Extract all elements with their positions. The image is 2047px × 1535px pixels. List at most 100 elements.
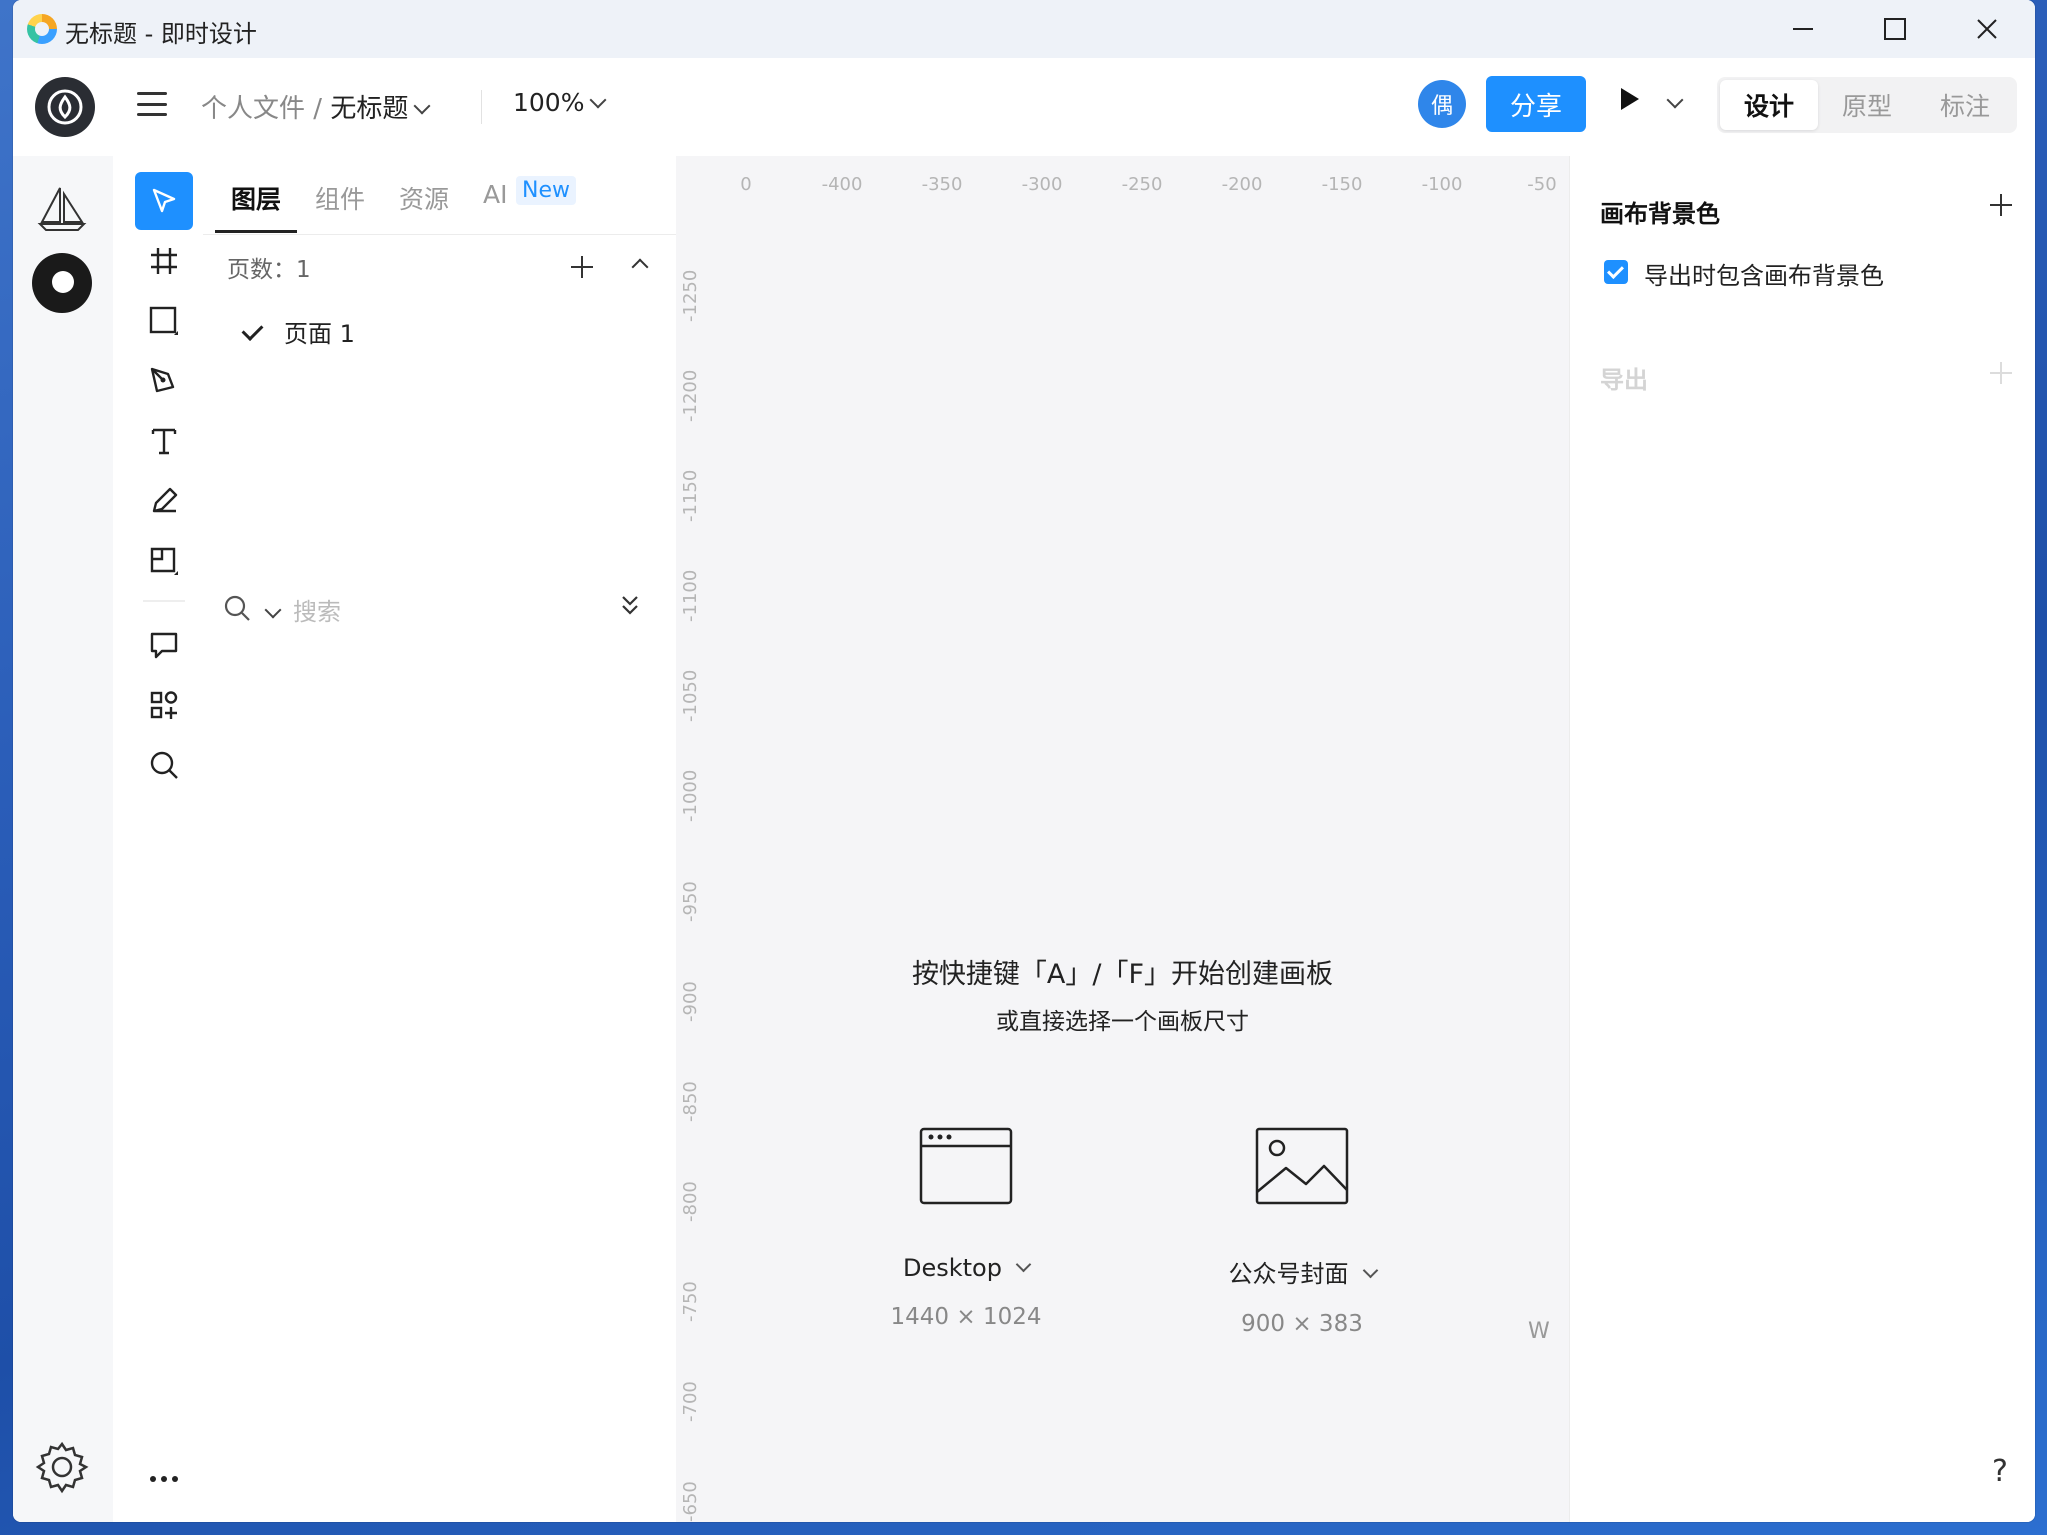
pages-count: 页数：1: [227, 257, 311, 283]
ruler-tick: -700: [680, 1381, 701, 1422]
help-button[interactable]: ?: [1992, 1454, 2008, 1489]
select-tool[interactable]: [135, 172, 193, 230]
tab-design[interactable]: 设计: [1720, 80, 1818, 130]
pencil-icon: [152, 487, 178, 513]
settings-button[interactable]: [31, 1436, 93, 1498]
ruler-tick: -50: [1527, 174, 1557, 195]
page-item[interactable]: 页面 1: [241, 314, 355, 349]
rectangle-icon: [149, 306, 178, 335]
search-icon: [150, 751, 178, 779]
frame-tool[interactable]: [135, 232, 193, 290]
canvas[interactable]: 0 -400 -350 -300 -250 -200 -150 -100 -50…: [676, 156, 1569, 1522]
tool-column: [113, 156, 203, 1522]
zoom-value: 100%: [513, 88, 585, 117]
zoom-dropdown[interactable]: 100%: [513, 88, 607, 117]
more-button[interactable]: [135, 1450, 193, 1508]
ruler-tick: -1250: [680, 269, 701, 322]
title-bar: 无标题 - 即时设计: [13, 0, 2035, 58]
tab-layers[interactable]: 图层: [231, 180, 281, 216]
components-tool[interactable]: [135, 676, 193, 734]
add-background-button[interactable]: [1990, 194, 2012, 216]
disc-plugin-button[interactable]: [31, 252, 93, 314]
pen-icon: [150, 367, 175, 393]
tab-annotate[interactable]: 标注: [1916, 80, 2014, 130]
properties-panel: 画布背景色 导出时包含画布背景色 导出 ?: [1569, 156, 2035, 1522]
frame-hash-icon: [151, 248, 177, 274]
slice-tool[interactable]: [135, 532, 193, 590]
preset-desktop[interactable]: Desktop 1440 × 1024: [856, 1126, 1076, 1330]
ruler-tick: -950: [680, 881, 701, 922]
layer-search[interactable]: 搜索: [223, 586, 663, 630]
pencil-tool[interactable]: [135, 472, 193, 530]
divider: [481, 90, 482, 124]
ruler-tick: -800: [680, 1181, 701, 1222]
brand-logo-button[interactable]: [35, 77, 95, 137]
menu-line: [137, 102, 167, 106]
tab-components[interactable]: 组件: [315, 180, 365, 216]
ruler-tick: -350: [921, 174, 963, 195]
pen-tool[interactable]: [135, 352, 193, 410]
image-icon: [1255, 1127, 1349, 1205]
breadcrumb-separator: /: [305, 94, 331, 124]
minimize-button[interactable]: [1773, 8, 1833, 50]
mode-tabs: 设计 原型 标注: [1717, 77, 2017, 133]
ruler-tick: -400: [821, 174, 863, 195]
text-tool[interactable]: [135, 412, 193, 470]
gear-icon: [35, 1441, 89, 1494]
double-chevron-down-icon[interactable]: [619, 592, 641, 618]
tab-ai[interactable]: AI: [483, 180, 507, 209]
tab-prototype[interactable]: 原型: [1818, 80, 1916, 130]
chevron-down-icon[interactable]: [1362, 1262, 1378, 1279]
comment-tool[interactable]: [135, 616, 193, 674]
chevron-down-icon[interactable]: [1015, 1256, 1032, 1273]
ruler-tick: -850: [680, 1081, 701, 1122]
search-tool[interactable]: [135, 736, 193, 794]
text-icon: [151, 428, 177, 455]
menu-line: [137, 113, 167, 116]
search-input[interactable]: 搜索: [293, 592, 341, 627]
ruler-tick: -100: [1421, 174, 1463, 195]
tab-assets[interactable]: 资源: [399, 180, 449, 216]
ruler-tick: 0: [740, 174, 752, 195]
collapse-pages-icon[interactable]: [631, 258, 649, 276]
browser-window-icon: [919, 1127, 1013, 1205]
sailboat-plugin-button[interactable]: [31, 178, 93, 240]
comment-icon: [150, 632, 178, 659]
rectangle-tool[interactable]: [135, 292, 193, 350]
ruler-tick: -1100: [680, 569, 701, 622]
ruler-top: 0 -400 -350 -300 -250 -200 -150 -100 -50: [676, 156, 1569, 202]
breadcrumb-current[interactable]: 无标题: [330, 94, 408, 124]
preset-wechat-cover[interactable]: 公众号封面 900 × 383: [1192, 1126, 1412, 1337]
preset-name: Desktop: [903, 1254, 1002, 1282]
ruler-tick: -1150: [680, 469, 701, 522]
share-button[interactable]: 分享: [1486, 76, 1586, 132]
play-icon[interactable]: [1621, 88, 1639, 110]
chevron-down-icon[interactable]: [413, 97, 431, 115]
plugin-rail: [13, 156, 114, 1522]
main-menu-button[interactable]: [137, 92, 167, 116]
active-tab-indicator: [215, 230, 297, 233]
components-icon: [150, 691, 178, 719]
check-icon: [241, 319, 264, 341]
chevron-down-icon[interactable]: [264, 601, 282, 619]
ruler-tick: -1000: [680, 769, 701, 822]
brand-logo-icon: [47, 89, 83, 125]
sailboat-icon: [37, 187, 87, 231]
add-export-icon[interactable]: [1990, 362, 2012, 384]
breadcrumb[interactable]: 个人文件 / 无标题: [201, 88, 431, 125]
breadcrumb-root[interactable]: 个人文件: [201, 94, 305, 124]
avatar[interactable]: 偶: [1418, 80, 1466, 128]
preset-label: 公众号封面: [1192, 1254, 1412, 1289]
app-window: 无标题 - 即时设计 个人文件 / 无标题 100% 偶 分享 设计 原型 标注…: [13, 0, 2035, 1522]
ruler-tick: -1200: [680, 369, 701, 422]
chevron-down-icon: [1666, 91, 1684, 109]
add-page-button[interactable]: [571, 256, 593, 278]
play-options-button[interactable]: [1661, 91, 1684, 115]
disc-icon: [32, 253, 92, 313]
panel-tabs: 图层 组件 资源 AI New: [203, 156, 676, 235]
include-background-checkbox[interactable]: [1604, 260, 1628, 284]
preset-size: 900 × 383: [1241, 1311, 1363, 1337]
ruler-left: -1250 -1200 -1150 -1100 -1050 -1000 -950…: [676, 202, 722, 1522]
maximize-button[interactable]: [1865, 8, 1925, 50]
close-button[interactable]: [1957, 8, 2017, 50]
